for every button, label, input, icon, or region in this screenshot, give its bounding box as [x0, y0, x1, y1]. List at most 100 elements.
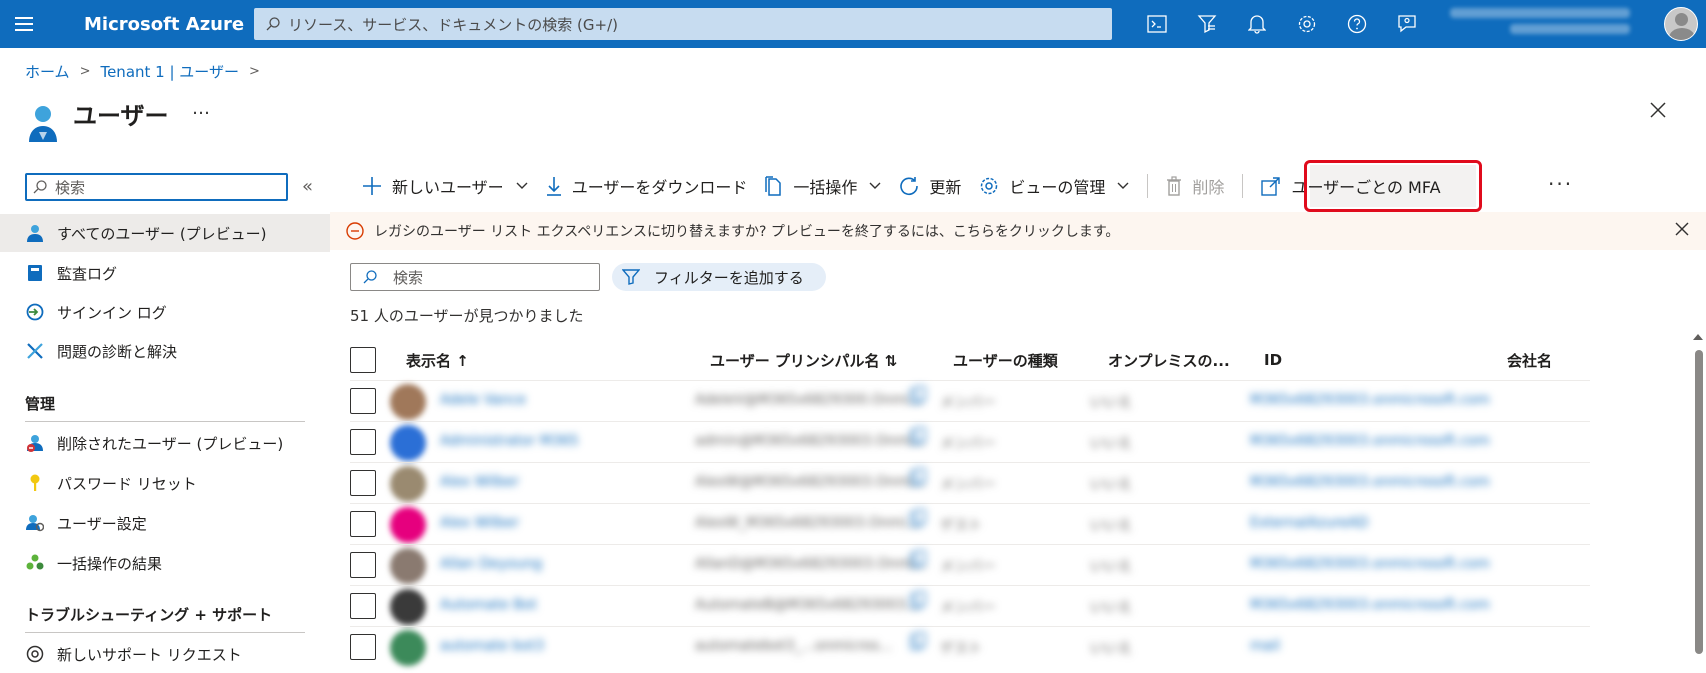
row-id[interactable]: M365x68293003.onmicrosoft.com	[1250, 597, 1490, 613]
sidebar-item-label: 問題の診断と解決	[57, 342, 178, 361]
collapse-sidebar-icon[interactable]: «	[302, 176, 313, 197]
row-display-name[interactable]: Alex Wilber	[440, 515, 519, 531]
per-user-mfa-highlight-box	[1304, 160, 1482, 212]
sidebar-item-user-settings[interactable]: ユーザー設定	[0, 504, 330, 542]
row-user-type: ゲスト	[940, 518, 982, 534]
copy-icon[interactable]	[910, 509, 926, 531]
column-display-name[interactable]: 表示名 ↑	[406, 340, 469, 380]
bulk-operations-icon	[765, 176, 782, 196]
row-id[interactable]: M365x68293003.onmicrosoft.com	[1250, 392, 1490, 408]
directory-filter-icon[interactable]	[1182, 0, 1232, 48]
column-company[interactable]: 会社名	[1507, 340, 1552, 380]
row-checkbox[interactable]	[350, 552, 376, 578]
table-row[interactable]: Automate Bot AutomateB@M365x68293003... メン…	[350, 585, 1590, 626]
copy-icon[interactable]	[910, 591, 926, 613]
scrollbar-thumb[interactable]	[1695, 350, 1703, 654]
more-commands-icon[interactable]: ···	[1548, 172, 1573, 196]
row-display-name[interactable]: Alex Wilber	[440, 474, 519, 490]
row-id[interactable]: M365x68293003.onmicrosoft.com	[1250, 556, 1490, 572]
hamburger-menu-icon[interactable]	[0, 0, 48, 48]
table-row[interactable]: Alex Wilber AlexW_M365x68293003.Onmi... ゲス…	[350, 503, 1590, 544]
delete-button[interactable]: 削除	[1166, 174, 1224, 198]
sidebar-item-deleted-users[interactable]: 削除されたユーザー (プレビュー)	[0, 424, 330, 462]
copy-icon[interactable]	[910, 427, 926, 449]
bulk-operations-label: 一括操作	[793, 178, 858, 197]
account-avatar[interactable]	[1664, 7, 1698, 41]
row-upn: admin@M365x68293003.Onmi...	[695, 433, 927, 449]
row-display-name[interactable]: Allan Deyoung	[440, 556, 542, 572]
copy-icon[interactable]	[910, 550, 926, 572]
sidebar-item-bulk-results[interactable]: 一括操作の結果	[0, 544, 330, 582]
notifications-icon[interactable]	[1232, 0, 1282, 48]
copy-icon[interactable]	[910, 468, 926, 490]
sidebar-search-input[interactable]: 検索	[25, 173, 288, 201]
row-id[interactable]: M365x68293003.onmicrosoft.com	[1250, 474, 1490, 490]
legacy-experience-banner[interactable]: レガシのユーザー リスト エクスペリエンスに切り替えますか? プレビューを終了す…	[330, 212, 1706, 250]
column-upn[interactable]: ユーザー プリンシパル名 ⇅	[710, 340, 897, 380]
sidebar-item-password-reset[interactable]: パスワード リセット	[0, 464, 330, 502]
manage-view-button[interactable]: ビューの管理	[979, 174, 1129, 198]
sidebar-item-signin-log[interactable]: サインイン ログ	[0, 293, 330, 331]
account-info-blurred[interactable]	[1450, 8, 1640, 40]
select-all-checkbox[interactable]	[350, 347, 376, 373]
download-users-button[interactable]: ユーザーをダウンロード	[546, 174, 747, 198]
table-row[interactable]: Adele Vance AdeleV@M365x6829300.Onmi... メン…	[350, 380, 1590, 421]
bulk-operations-button[interactable]: 一括操作	[765, 174, 881, 198]
copy-icon[interactable]	[910, 386, 926, 408]
cloud-shell-icon[interactable]	[1132, 0, 1182, 48]
copy-icon[interactable]	[910, 632, 926, 654]
sidebar-item-all-users[interactable]: すべてのユーザー (プレビュー)	[0, 214, 330, 252]
chevron-right-icon: >	[79, 64, 91, 79]
new-user-button[interactable]: 新しいユーザー	[362, 174, 528, 198]
row-onprem: いいえ	[1090, 436, 1132, 452]
row-display-name[interactable]: Adele Vance	[440, 392, 526, 408]
table-row[interactable]: Administrator M365 admin@M365x68293003.On…	[350, 421, 1590, 462]
brand-title[interactable]: Microsoft Azure	[84, 14, 254, 35]
table-row[interactable]: Alex Wilber AlexW@M365x68293003.Onmi... メン…	[350, 462, 1590, 503]
feedback-icon[interactable]	[1382, 0, 1432, 48]
user-list-search-input[interactable]: 検索	[350, 263, 600, 291]
row-display-name[interactable]: Automate Bot	[440, 597, 537, 613]
user-settings-icon	[25, 513, 45, 533]
sidebar-item-audit-log[interactable]: 監査ログ	[0, 254, 330, 292]
global-search-input[interactable]: リソース、サービス、ドキュメントの検索 (G+/)	[254, 8, 1112, 40]
chevron-down-icon	[1117, 182, 1129, 189]
row-id[interactable]: mail	[1250, 638, 1280, 654]
banner-close-icon[interactable]	[1675, 222, 1689, 240]
settings-icon[interactable]	[1282, 0, 1332, 48]
search-icon	[363, 270, 377, 284]
help-icon[interactable]	[1332, 0, 1382, 48]
scroll-up-arrow-icon[interactable]	[1693, 334, 1703, 340]
sidebar-item-new-support[interactable]: 新しいサポート リクエスト	[0, 635, 330, 673]
sidebar-item-label: 削除されたユーザー (プレビュー)	[57, 434, 284, 453]
row-checkbox[interactable]	[350, 388, 376, 414]
row-id[interactable]: ExternalAzureAD	[1250, 515, 1368, 531]
row-checkbox[interactable]	[350, 470, 376, 496]
sidebar-item-label: サインイン ログ	[57, 303, 167, 322]
row-onprem: いいえ	[1090, 559, 1132, 575]
breadcrumb-home[interactable]: ホーム	[25, 61, 70, 82]
close-icon[interactable]	[1650, 102, 1666, 122]
sidebar-item-diagnose[interactable]: 問題の診断と解決	[0, 332, 330, 370]
row-checkbox[interactable]	[350, 511, 376, 537]
refresh-button[interactable]: 更新	[899, 174, 961, 198]
search-icon	[33, 180, 47, 194]
column-id[interactable]: ID	[1264, 340, 1282, 380]
row-id[interactable]: M365x68293003.onmicrosoft.com	[1250, 433, 1490, 449]
column-user-type[interactable]: ユーザーの種類	[953, 340, 1058, 380]
row-user-type: メンバー	[940, 477, 996, 493]
table-row[interactable]: automate bot3 automatebot3_...onmicros...…	[350, 626, 1590, 667]
table-row[interactable]: Allan Deyoung AllanD@M365x68293003.Onmi..…	[350, 544, 1590, 585]
manage-view-label: ビューの管理	[1009, 178, 1106, 197]
row-display-name[interactable]: automate bot3	[440, 638, 544, 654]
sidebar-item-label: 監査ログ	[57, 264, 118, 283]
column-onprem[interactable]: オンプレミスの...	[1108, 340, 1230, 380]
more-options-icon[interactable]: …	[192, 98, 211, 119]
row-user-type: ゲスト	[940, 641, 982, 657]
row-checkbox[interactable]	[350, 634, 376, 660]
row-display-name[interactable]: Administrator M365	[440, 433, 579, 449]
add-filter-button[interactable]: フィルターを追加する	[612, 263, 826, 291]
row-checkbox[interactable]	[350, 429, 376, 455]
row-checkbox[interactable]	[350, 593, 376, 619]
breadcrumb-tenant[interactable]: Tenant 1 | ユーザー	[100, 61, 239, 82]
